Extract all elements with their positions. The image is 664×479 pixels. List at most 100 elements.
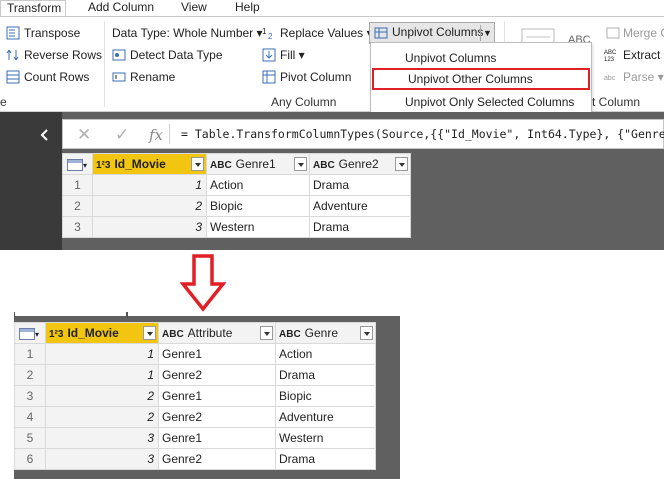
row-number: 1 <box>14 343 46 365</box>
table-menu-button[interactable]: ▾ <box>14 322 46 344</box>
count-rows-button[interactable]: Count Rows <box>24 67 89 87</box>
cell-genre[interactable]: Adventure <box>275 406 376 428</box>
filter-icon[interactable] <box>260 326 273 340</box>
tab-add-column[interactable]: Add Column <box>88 0 154 16</box>
cell-id-movie[interactable]: 3 <box>45 448 159 470</box>
formula-input[interactable]: = Table.TransformColumnTypes(Source,{{"I… <box>181 127 664 141</box>
merge-columns-button[interactable]: Merge C <box>623 23 664 43</box>
cell-genre2[interactable]: Drama <box>309 216 411 238</box>
table-menu-button[interactable]: ▾ <box>62 153 93 175</box>
cell-id-movie[interactable]: 1 <box>92 174 207 196</box>
filter-icon[interactable] <box>191 157 204 171</box>
cell-id-movie[interactable]: 1 <box>45 343 159 365</box>
group-label-table: e <box>0 95 7 109</box>
cell-attribute[interactable]: Genre1 <box>158 385 276 407</box>
table-row[interactable]: 6 3 Genre2 Drama <box>14 448 376 470</box>
column-header-genre[interactable]: ABC Genre <box>275 322 376 344</box>
table-row[interactable]: 2 1 Genre2 Drama <box>14 364 376 386</box>
unpivot-dropdown-menu: Unpivot Columns Unpivot Other Columns Un… <box>370 42 592 114</box>
reverse-rows-button[interactable]: Reverse Rows <box>24 45 102 65</box>
chevron-left-icon[interactable] <box>38 128 52 142</box>
column-header-genre1[interactable]: ABC Genre1 <box>206 153 310 175</box>
svg-text:2: 2 <box>268 32 273 40</box>
cell-attribute[interactable]: Genre2 <box>158 406 276 428</box>
formula-bar: ✕ ✓ fx = Table.TransformColumnTypes(Sour… <box>62 119 664 149</box>
cell-id-movie[interactable]: 2 <box>45 406 159 428</box>
unpivot-columns-label: Unpivot Columns <box>392 25 484 39</box>
cell-genre2[interactable]: Drama <box>309 174 411 196</box>
cell-genre1[interactable]: Biopic <box>206 195 310 217</box>
data-type-dropdown[interactable]: Data Type: Whole Number ▾ <box>112 23 263 43</box>
cell-id-movie[interactable]: 2 <box>92 195 207 217</box>
cell-genre1[interactable]: Western <box>206 216 310 238</box>
table-row[interactable]: 1 1 Genre1 Action <box>14 343 376 365</box>
cell-genre[interactable]: Drama <box>275 364 376 386</box>
table-row[interactable]: 3 3 Western Drama <box>62 216 411 238</box>
chevron-down-icon[interactable]: ▼ <box>480 25 494 41</box>
table-row[interactable]: 3 2 Genre1 Biopic <box>14 385 376 407</box>
extract-icon: ABC123 <box>604 50 617 62</box>
replace-values-button[interactable]: Replace Values ▾ <box>280 23 373 43</box>
cell-genre[interactable]: Biopic <box>275 385 376 407</box>
row-number: 1 <box>62 174 93 196</box>
column-header-attribute[interactable]: ABC Attribute <box>158 322 276 344</box>
tab-view[interactable]: View <box>181 0 207 16</box>
cell-genre[interactable]: Drama <box>275 448 376 470</box>
filter-icon[interactable] <box>360 326 373 340</box>
unpivot-columns-button[interactable]: Unpivot Columns ▼ <box>369 22 495 44</box>
row-number: 6 <box>14 448 46 470</box>
arrow-down-icon <box>180 254 226 312</box>
detect-data-type-button[interactable]: Detect Data Type <box>130 45 223 65</box>
column-header-genre2[interactable]: ABC Genre2 <box>309 153 411 175</box>
table-row[interactable]: 4 2 Genre2 Adventure <box>14 406 376 428</box>
rename-button[interactable]: Rename <box>130 67 175 87</box>
separator <box>14 312 15 318</box>
cell-attribute[interactable]: Genre2 <box>158 448 276 470</box>
cell-attribute[interactable]: Genre2 <box>158 364 276 386</box>
column-header-id-movie[interactable]: 1²3 Id_Movie <box>45 322 159 344</box>
cell-genre2[interactable]: Adventure <box>309 195 411 217</box>
table-row[interactable]: 2 2 Biopic Adventure <box>62 195 411 217</box>
table-row[interactable]: 1 1 Action Drama <box>62 174 411 196</box>
filter-icon[interactable] <box>294 157 307 171</box>
cell-genre[interactable]: Action <box>275 343 376 365</box>
cell-id-movie[interactable]: 3 <box>45 427 159 449</box>
extract-button[interactable]: Extract ▾ <box>623 45 664 65</box>
queries-pane-collapsed <box>0 112 62 250</box>
filter-icon[interactable] <box>143 326 156 340</box>
table-icon <box>67 158 83 171</box>
pivot-column-button[interactable]: Pivot Column <box>280 67 351 87</box>
svg-text:123: 123 <box>604 57 615 62</box>
menu-item-unpivot-only-selected-columns[interactable]: Unpivot Only Selected Columns <box>371 91 591 113</box>
cell-id-movie[interactable]: 3 <box>92 216 207 238</box>
fill-button[interactable]: Fill ▾ <box>280 45 305 65</box>
cell-id-movie[interactable]: 2 <box>45 385 159 407</box>
tab-help[interactable]: Help <box>235 0 260 16</box>
parse-button[interactable]: Parse ▾ <box>623 67 664 87</box>
fx-icon[interactable]: fx <box>149 126 163 144</box>
cell-id-movie[interactable]: 1 <box>45 364 159 386</box>
transpose-button[interactable]: Transpose <box>24 23 80 43</box>
merge-columns-icon <box>606 27 620 39</box>
filter-icon[interactable] <box>395 157 408 171</box>
table-header-row: ▾ 1²3 Id_Movie ABC Attribute ABC Genre <box>14 322 376 344</box>
menu-item-unpivot-columns[interactable]: Unpivot Columns <box>371 47 591 69</box>
svg-text:abc: abc <box>604 75 616 82</box>
cell-attribute[interactable]: Genre1 <box>158 343 276 365</box>
menu-item-unpivot-other-columns[interactable]: Unpivot Other Columns <box>372 68 590 90</box>
row-number: 2 <box>62 195 93 217</box>
cell-genre[interactable]: Western <box>275 427 376 449</box>
svg-text:1: 1 <box>262 27 267 36</box>
tab-transform[interactable]: Transform <box>0 0 66 16</box>
cell-genre1[interactable]: Action <box>206 174 310 196</box>
type-text-icon: ABC <box>210 160 232 171</box>
column-header-id-movie[interactable]: 1²3 Id_Movie <box>92 153 207 175</box>
table-row[interactable]: 5 3 Genre1 Western <box>14 427 376 449</box>
cancel-icon[interactable]: ✕ <box>77 125 91 145</box>
separator <box>126 312 128 318</box>
fill-icon <box>262 48 276 62</box>
reverse-rows-icon <box>6 49 19 61</box>
cell-attribute[interactable]: Genre1 <box>158 427 276 449</box>
check-icon[interactable]: ✓ <box>115 125 129 145</box>
row-number: 5 <box>14 427 46 449</box>
